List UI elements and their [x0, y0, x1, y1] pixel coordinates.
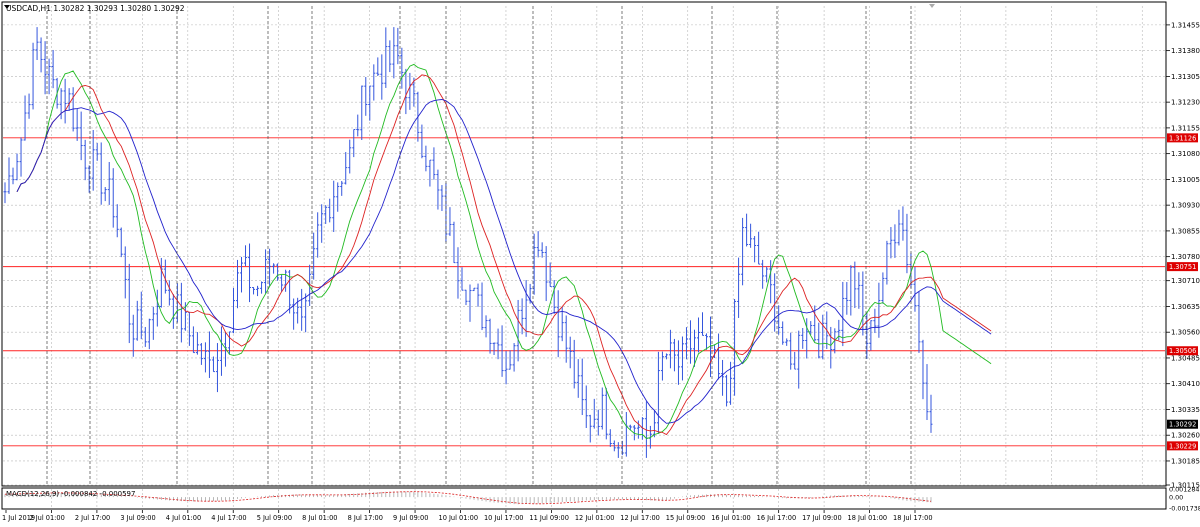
- time-tick-label: 5 Jul 09:00: [257, 514, 292, 522]
- macd-tick-label: -0.001738: [1169, 505, 1200, 513]
- time-tick-label: 10 Jul 01:00: [439, 514, 479, 522]
- price-tick-label: 1.30560: [1171, 329, 1200, 337]
- time-tick-label: 8 Jul 01:00: [302, 514, 337, 522]
- time-tick-label: 16 Jul 01:00: [711, 514, 751, 522]
- time-tick-label: 2 Jul 17:00: [75, 514, 110, 522]
- price-tick-label: 1.30635: [1171, 303, 1200, 311]
- time-tick-label: 18 Jul 17:00: [893, 514, 933, 522]
- time-tick-label: 17 Jul 09:00: [802, 514, 842, 522]
- chart-title: USDCAD,H1 1.30282 1.30293 1.30280 1.3029…: [6, 4, 185, 13]
- price-tick-label: 1.31005: [1171, 176, 1200, 184]
- trading-chart[interactable]: USDCAD,H1 1.30282 1.30293 1.30280 1.3029…: [0, 0, 1200, 523]
- price-tick-label: 1.30485: [1171, 354, 1200, 362]
- price-tick-label: 1.31155: [1171, 124, 1200, 132]
- price-tick-label: 1.30410: [1171, 380, 1200, 388]
- price-tick-label: 1.31305: [1171, 73, 1200, 81]
- time-tick-label: 12 Jul 01:00: [575, 514, 615, 522]
- price-tick-label: 1.30335: [1171, 406, 1200, 414]
- macd-title: MACD(12,26,9) -0.000842 -0.000597: [6, 490, 135, 498]
- time-tick-label: 4 Jul 01:00: [166, 514, 201, 522]
- price-tick-label: 1.30855: [1171, 227, 1200, 235]
- level-tag-label: 1.30506: [1169, 347, 1196, 355]
- level-tag-label: 1.30229: [1169, 442, 1196, 450]
- price-tick-label: 1.30710: [1171, 277, 1200, 285]
- chart-canvas[interactable]: USDCAD,H1 1.30282 1.30293 1.30280 1.3029…: [0, 0, 1200, 523]
- macd-pane[interactable]: MACD(12,26,9) -0.000842 -0.000597: [1, 487, 1167, 510]
- time-tick-label: 16 Jul 17:00: [757, 514, 797, 522]
- price-tick-label: 1.30185: [1171, 457, 1200, 465]
- price-tick-label: 1.30260: [1171, 432, 1200, 440]
- macd-pane-frame: [1, 487, 1167, 510]
- price-pane[interactable]: USDCAD,H1 1.30282 1.30293 1.30280 1.3029…: [1, 1, 1167, 508]
- level-tag-label: 1.30751: [1169, 263, 1196, 271]
- time-tick-label: 9 Jul 09:00: [393, 514, 428, 522]
- macd-tick-label: 0.00: [1169, 494, 1183, 502]
- level-tag-label: 1.31126: [1169, 134, 1196, 142]
- time-tick-label: 2 Jul 01:00: [29, 514, 64, 522]
- macd-tick-label: 0.001284: [1169, 486, 1200, 494]
- current-price-label: 1.30292: [1169, 421, 1196, 429]
- time-tick-label: 12 Jul 17:00: [620, 514, 660, 522]
- price-tick-label: 1.31380: [1171, 47, 1200, 55]
- price-pane-frame: [1, 1, 1167, 487]
- price-tick-label: 1.30780: [1171, 253, 1200, 261]
- price-tick-label: 1.30930: [1171, 202, 1200, 210]
- time-tick-label: 18 Jul 01:00: [848, 514, 888, 522]
- time-tick-label: 15 Jul 09:00: [666, 514, 706, 522]
- price-tick-label: 1.31230: [1171, 99, 1200, 107]
- price-tick-label: 1.31080: [1171, 150, 1200, 158]
- time-tick-label: 8 Jul 17:00: [348, 514, 383, 522]
- time-tick-label: 4 Jul 17:00: [211, 514, 246, 522]
- time-tick-label: 3 Jul 09:00: [120, 514, 155, 522]
- price-tick-label: 1.31455: [1171, 21, 1200, 29]
- time-tick-label: 10 Jul 17:00: [484, 514, 524, 522]
- time-tick-label: 11 Jul 09:00: [529, 514, 569, 522]
